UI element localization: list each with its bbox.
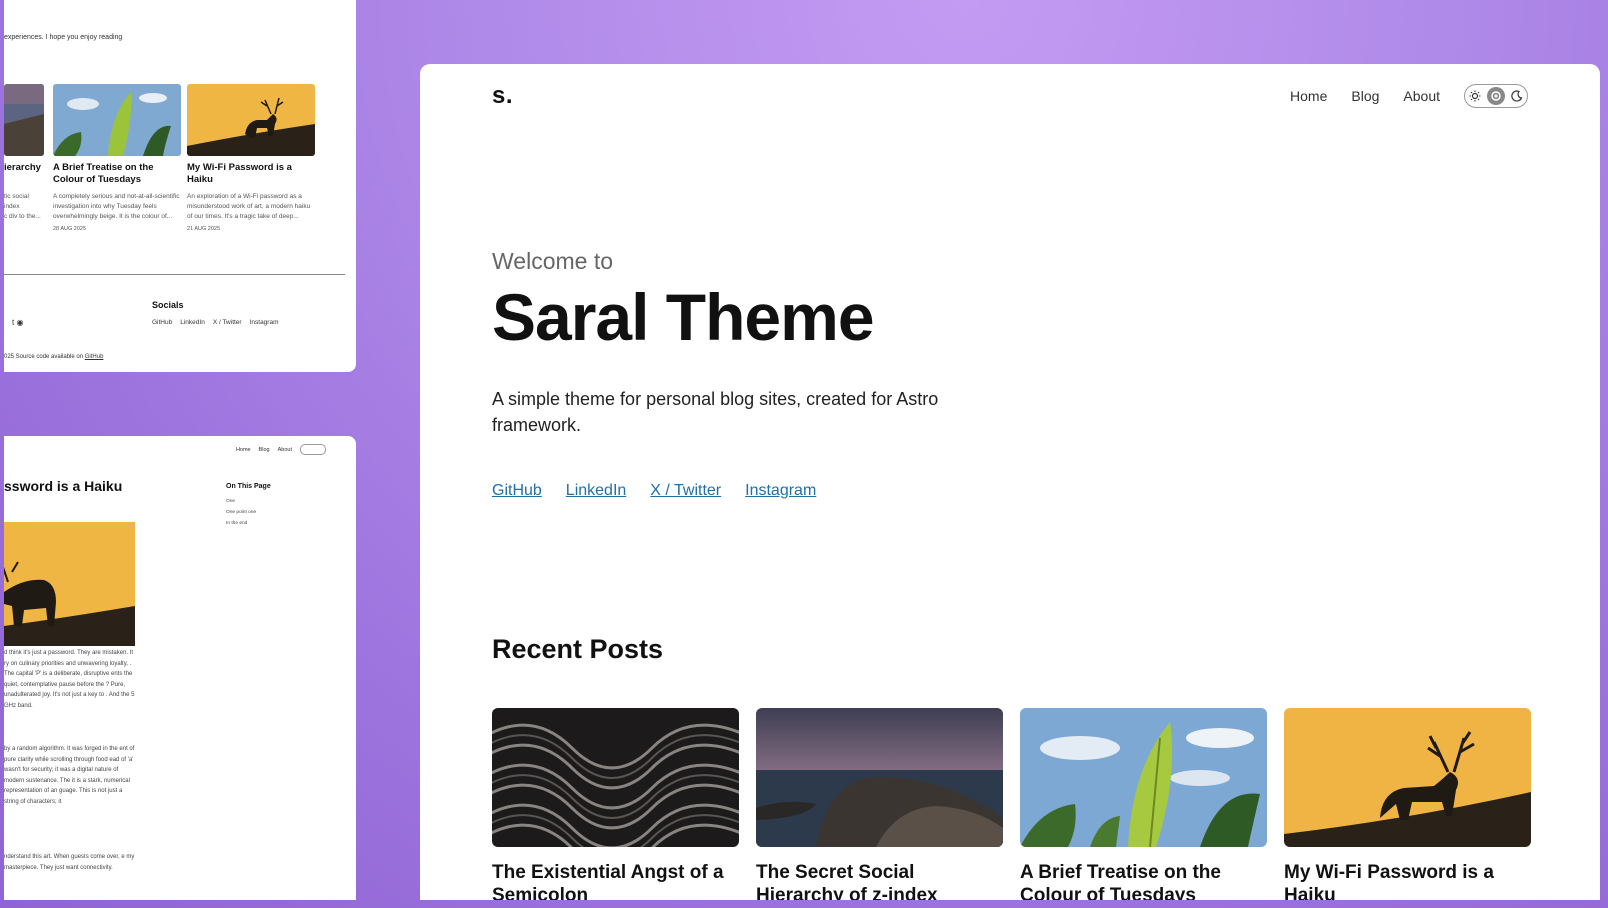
nav-blog[interactable]: Blog [259,447,270,453]
post-thumbnail[interactable] [53,84,181,156]
post-title[interactable]: My Wi-Fi Password is a Haiku [1284,861,1531,900]
toc-item[interactable]: One point one [226,507,256,518]
body-paragraph: by a random algorithm. It was forged in … [4,746,135,805]
moon-icon[interactable] [1508,87,1526,105]
footer-prefix: 025 Source code available on [4,354,85,360]
post-preview-window: Home Blog About ssword is a Haiku On Thi… [4,436,356,900]
post-date: 21 AUG 2025 [187,226,221,232]
page-title: Saral Theme [492,280,875,354]
toc-heading: On This Page [226,483,271,490]
intro-text: experiences. I hope you enjoy reading [4,34,123,41]
theme-toggle[interactable] [1464,84,1528,108]
nav-links: Home Blog About [1290,88,1440,104]
hero-section: Welcome to Saral Theme A simple theme fo… [492,248,1012,500]
social-link-twitter[interactable]: X / Twitter [213,319,242,326]
toc-item[interactable]: In the end [226,518,256,529]
post-desc-partial: tic social index c div to the... [4,193,41,220]
nav-home[interactable]: Home [236,447,251,453]
nav-about[interactable]: About [1403,88,1440,104]
post-thumbnail[interactable] [1020,708,1267,847]
site-logo[interactable]: s. [492,82,513,110]
homepage-window: s. Home Blog About Welcome to Saral Them… [420,64,1600,900]
social-link-instagram[interactable]: Instagram [250,319,279,326]
rss-icon[interactable]: t ◉ [12,318,23,327]
socials-links: GitHub LinkedIn X / Twitter Instagram [152,319,279,326]
recent-posts-heading: Recent Posts [492,634,664,664]
post-title[interactable]: My Wi-Fi Password is a Haiku [187,162,315,186]
post-description: A completely serious and not-at-all-scie… [53,193,180,220]
navbar: s. Home Blog About [492,76,1528,116]
social-link-linkedin[interactable]: LinkedIn [566,482,627,500]
footer-divider [4,274,345,275]
post-thumbnail[interactable] [1284,708,1531,847]
welcome-text: Welcome to [492,248,614,274]
nav-blog[interactable]: Blog [1351,88,1379,104]
post-date: 28 AUG 2025 [53,226,87,232]
post-thumbnail[interactable] [492,708,739,847]
post-card[interactable]: A Brief Treatise on the Colour of Tuesda… [1020,708,1267,900]
footer-github-link[interactable]: GitHub [85,354,104,360]
nav-about[interactable]: About [278,447,292,453]
post-description: An exploration of a Wi-Fi password as a … [187,193,311,220]
nav-home[interactable]: Home [1290,88,1327,104]
hero-subtitle: A simple theme for personal blog sites, … [492,389,939,436]
system-theme-icon[interactable] [1486,87,1505,105]
toc-list: One One point one In the end [226,496,256,529]
theme-toggle[interactable] [300,444,326,455]
social-link-github[interactable]: GitHub [492,482,542,500]
post-title-partial[interactable]: ierarchy [4,162,44,174]
toc-item[interactable]: One [226,496,256,507]
post-card[interactable]: My Wi-Fi Password is a Haiku [1284,708,1531,900]
post-title[interactable]: A Brief Treatise on the Colour of Tuesda… [1020,861,1267,900]
post-title: ssword is a Haiku [4,478,123,494]
post-thumbnail-partial[interactable] [4,84,44,156]
post-thumbnail[interactable] [187,84,315,156]
post-title[interactable]: The Secret Social Hierarchy of z-index [756,861,1003,900]
post-title[interactable]: A Brief Treatise on the Colour of Tuesda… [53,162,181,186]
socials-heading: Socials [152,300,184,310]
footer-partial-text: t [12,318,15,327]
social-link-instagram[interactable]: Instagram [745,482,816,500]
blog-preview-window: experiences. I hope you enjoy reading ie… [4,0,356,372]
post-hero-image [4,522,135,646]
mini-nav: Home Blog About [236,444,326,455]
footer-copyright: 025 Source code available on GitHub [4,354,103,360]
post-card[interactable]: The Secret Social Hierarchy of z-index [756,708,1003,900]
social-link-github[interactable]: GitHub [152,319,172,326]
body-paragraph: d think it's just a password. They are m… [4,650,135,709]
social-link-linkedin[interactable]: LinkedIn [180,319,205,326]
body-paragraph: nderstand this art. When guests come ove… [4,854,135,871]
recent-posts-grid: The Existential Angst of a Semicolon The… [492,708,1531,900]
post-card[interactable]: The Existential Angst of a Semicolon [492,708,739,900]
post-thumbnail[interactable] [756,708,1003,847]
sun-icon[interactable] [1466,87,1484,105]
social-links: GitHub LinkedIn X / Twitter Instagram [492,482,1012,500]
social-link-twitter[interactable]: X / Twitter [650,482,721,500]
post-title[interactable]: The Existential Angst of a Semicolon [492,861,739,900]
